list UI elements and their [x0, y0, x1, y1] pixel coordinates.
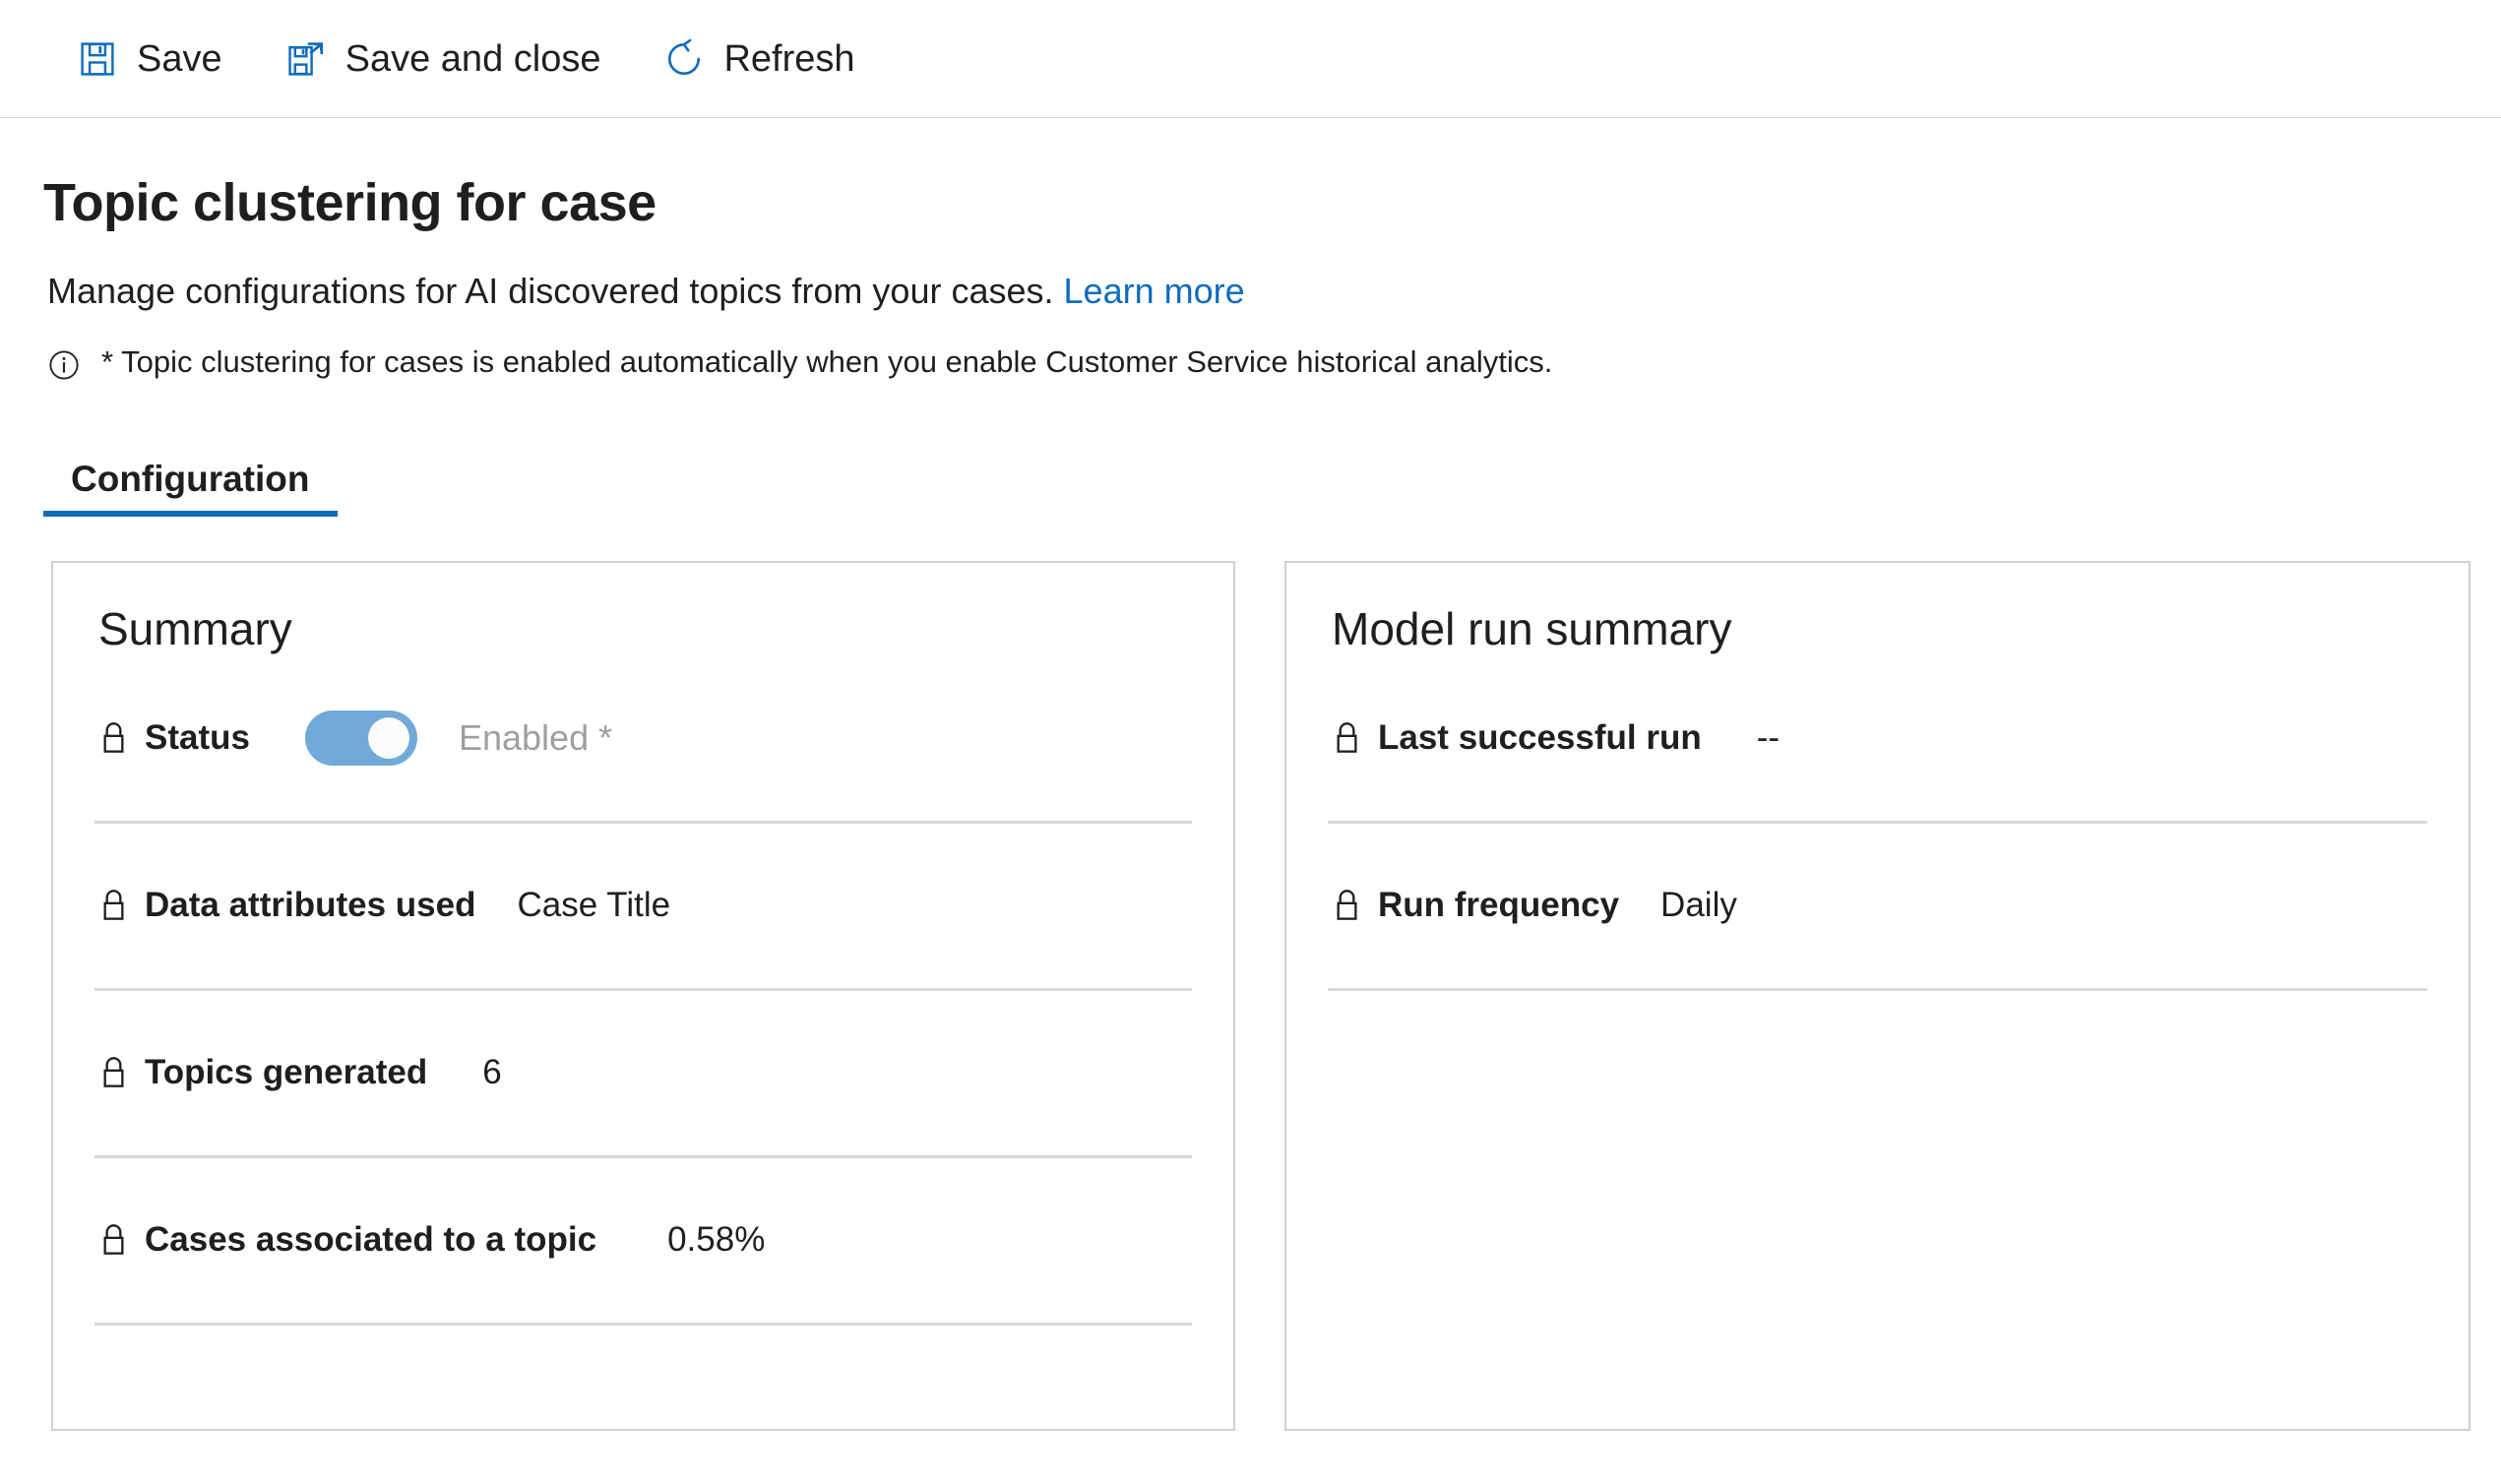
lock-icon	[1337, 722, 1357, 754]
save-and-close-button-label: Save and close	[344, 37, 601, 80]
field-topics-generated: Topics generated 6	[94, 991, 1192, 1158]
summary-card-title: Summary	[98, 602, 292, 654]
page-subtitle: Manage configurations for AI discovered …	[47, 270, 2501, 312]
tab-strip: Configuration	[43, 436, 2501, 517]
save-icon	[81, 41, 114, 76]
refresh-button-label: Refresh	[723, 37, 855, 80]
save-and-close-button[interactable]: Save and close	[274, 29, 631, 90]
tab-configuration[interactable]: Configuration	[43, 461, 338, 517]
page-subtitle-text: Manage configurations for AI discovered …	[47, 271, 1054, 312]
field-topics-generated-label: Topics generated	[145, 1053, 428, 1092]
field-run-frequency-value: Daily	[1660, 886, 1737, 925]
lock-icon	[103, 722, 124, 754]
model-run-summary-card: Model run summary Last successful run --…	[1284, 560, 2470, 1431]
info-icon	[49, 350, 79, 380]
field-data-attributes-used-label: Data attributes used	[145, 886, 476, 925]
lock-icon	[103, 1224, 124, 1256]
lock-icon	[103, 1057, 124, 1088]
field-topics-generated-value: 6	[482, 1053, 502, 1092]
field-cases-associated-to-a-topic-value: 0.58%	[667, 1220, 766, 1260]
tab-configuration-label: Configuration	[71, 458, 310, 499]
info-note-text: * Topic clustering for cases is enabled …	[101, 343, 1553, 379]
page-body: Topic clustering for case Manage configu…	[0, 173, 2501, 1431]
field-status-label: Status	[145, 718, 250, 758]
field-last-successful-run-label: Last successful run	[1378, 718, 1702, 758]
status-toggle[interactable]	[304, 711, 417, 767]
lock-icon	[103, 890, 124, 921]
field-data-attributes-used: Data attributes used Case Title	[94, 824, 1192, 991]
save-and-close-icon	[287, 41, 323, 76]
field-status: Status Enabled *	[94, 656, 1192, 824]
field-cases-associated-to-a-topic: Cases associated to a topic 0.58%	[94, 1158, 1192, 1326]
field-last-successful-run: Last successful run --	[1328, 656, 2427, 824]
cards-container: Summary Status Enabled * Data attributes…	[51, 560, 2501, 1431]
refresh-button[interactable]: Refresh	[652, 29, 884, 90]
info-note: * Topic clustering for cases is enabled …	[47, 343, 2501, 382]
save-button-label: Save	[137, 37, 222, 80]
learn-more-link[interactable]: Learn more	[1064, 271, 1245, 311]
field-last-successful-run-value: --	[1756, 718, 1781, 758]
field-data-attributes-used-value: Case Title	[517, 886, 671, 925]
refresh-icon	[668, 38, 701, 75]
model-run-summary-card-title: Model run summary	[1332, 602, 1732, 654]
status-toggle-text: Enabled *	[458, 717, 613, 759]
page-title: Topic clustering for case	[43, 173, 657, 232]
command-bar: Save Save and close Refresh	[0, 0, 2501, 118]
summary-card: Summary Status Enabled * Data attributes…	[51, 560, 1235, 1431]
status-toggle-knob	[367, 717, 409, 760]
field-run-frequency: Run frequency Daily	[1328, 824, 2427, 991]
field-run-frequency-label: Run frequency	[1378, 886, 1620, 925]
save-button[interactable]: Save	[65, 29, 252, 90]
field-cases-associated-to-a-topic-label: Cases associated to a topic	[145, 1220, 597, 1260]
lock-icon	[1337, 890, 1357, 921]
